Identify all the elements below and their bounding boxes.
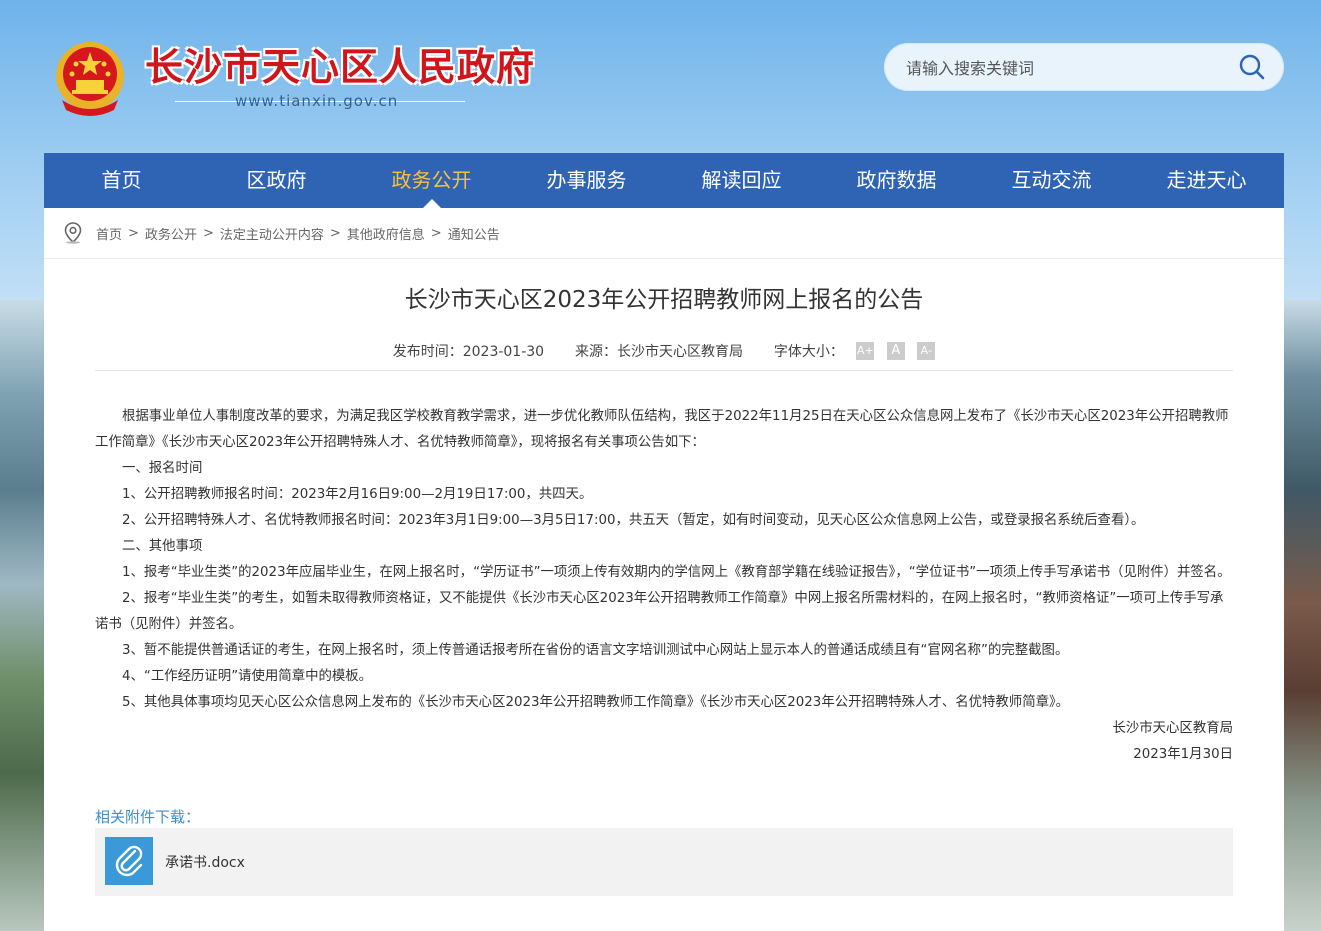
breadcrumb-statutory-disclosure[interactable]: 法定主动公开内容: [220, 224, 324, 243]
breadcrumb-separator: >: [430, 225, 442, 241]
nav-item-services[interactable]: 办事服务: [509, 153, 664, 208]
site-title: 长沙市天心区人民政府: [145, 44, 536, 89]
article-paragraph: 二、其他事项: [122, 539, 203, 554]
article-meta: 发布时间：2023-01-30 来源：长沙市天心区教育局 字体大小： A+ A …: [44, 341, 1284, 361]
breadcrumb: 首页 > 政务公开 > 法定主动公开内容 > 其他政府信息 > 通知公告: [44, 208, 1284, 259]
article-paragraph: 根据事业单位人事制度改革的要求，为满足我区学校教育教学需求，进一步优化教师队伍结…: [95, 409, 1229, 450]
font-size-increase-button[interactable]: A+: [856, 342, 875, 360]
national-emblem-icon: [56, 42, 124, 116]
nav-item-home[interactable]: 首页: [44, 153, 199, 208]
search-input[interactable]: [904, 43, 1228, 93]
article-paragraph: 4、“工作经历证明”请使用简章中的模板。: [122, 669, 373, 684]
breadcrumb-home[interactable]: 首页: [96, 224, 122, 243]
article-date: 2023年1月30日: [1133, 747, 1233, 762]
nav-item-interaction[interactable]: 互动交流: [974, 153, 1129, 208]
nav-item-interpretation[interactable]: 解读回应: [664, 153, 819, 208]
font-size-default-button[interactable]: A: [886, 342, 905, 360]
location-pin-icon: [64, 222, 82, 244]
attachment-file-link[interactable]: 承诺书.docx: [165, 852, 245, 872]
breadcrumb-other-info[interactable]: 其他政府信息: [347, 224, 425, 243]
breadcrumb-government-affairs[interactable]: 政务公开: [145, 224, 197, 243]
article-paragraph: 3、暂不能提供普通话证的考生，在网上报名时，须上传普通话报考所在省份的语言文字培…: [122, 643, 1069, 658]
article-body: 根据事业单位人事制度改革的要求，为满足我区学校教育教学需求，进一步优化教师队伍结…: [95, 404, 1233, 768]
site-header: 长沙市天心区人民政府 www.tianxin.gov.cn: [0, 0, 1321, 150]
site-url: www.tianxin.gov.cn: [235, 92, 399, 110]
scenery-left-decoration: [0, 300, 44, 931]
nav-item-about-tianxin[interactable]: 走进天心: [1129, 153, 1284, 208]
article-paragraph: 一、报名时间: [122, 461, 203, 476]
nav-item-government-data[interactable]: 政府数据: [819, 153, 974, 208]
article-paragraph: 1、报考“毕业生类”的2023年应届毕业生，在网上报名时，“学历证书”一项须上传…: [122, 565, 1231, 580]
article-title: 长沙市天心区2023年公开招聘教师网上报名的公告: [404, 287, 924, 313]
search-icon[interactable]: [1238, 53, 1266, 81]
breadcrumb-separator: >: [128, 225, 139, 241]
breadcrumb-notices[interactable]: 通知公告: [448, 224, 500, 243]
publish-date: 发布时间：2023-01-30: [392, 344, 545, 360]
font-size-decrease-button[interactable]: A-: [917, 342, 936, 360]
main-nav: 首页 区政府 政务公开 办事服务 解读回应 政府数据 互动交流 走进天心: [44, 153, 1284, 208]
breadcrumb-separator: >: [202, 225, 214, 241]
nav-item-government-affairs[interactable]: 政务公开: [354, 153, 509, 208]
font-size-label: 字体大小：: [773, 344, 844, 360]
article-paragraph: 1、公开招聘教师报名时间：2023年2月16日9:00—2月19日17:00，共…: [122, 487, 593, 502]
breadcrumb-separator: >: [329, 225, 341, 241]
article-paragraph: 2、报考“毕业生类”的考生，如暂未取得教师资格证，又不能提供《长沙市天心区202…: [95, 591, 1224, 632]
article-source: 来源：长沙市天心区教育局: [575, 344, 743, 360]
attachments-label: 相关附件下载：: [95, 808, 201, 826]
search-box: [884, 43, 1284, 93]
article-paragraph: 5、其他具体事项均见天心区公众信息网上发布的《长沙市天心区2023年公开招聘教师…: [122, 695, 1070, 710]
article-signature: 长沙市天心区教育局: [1112, 721, 1233, 736]
article-paragraph: 2、公开招聘特殊人才、名优特教师报名时间：2023年3月1日9:00—3月5日1…: [122, 513, 1145, 528]
main-content: 首页 > 政务公开 > 法定主动公开内容 > 其他政府信息 > 通知公告 长沙市…: [44, 208, 1284, 931]
scenery-right-decoration: [1283, 300, 1321, 931]
nav-item-district-government[interactable]: 区政府: [199, 153, 354, 208]
meta-divider: [95, 370, 1233, 371]
attachment-item[interactable]: 承诺书.docx: [95, 828, 1233, 896]
paperclip-icon: [105, 837, 153, 885]
